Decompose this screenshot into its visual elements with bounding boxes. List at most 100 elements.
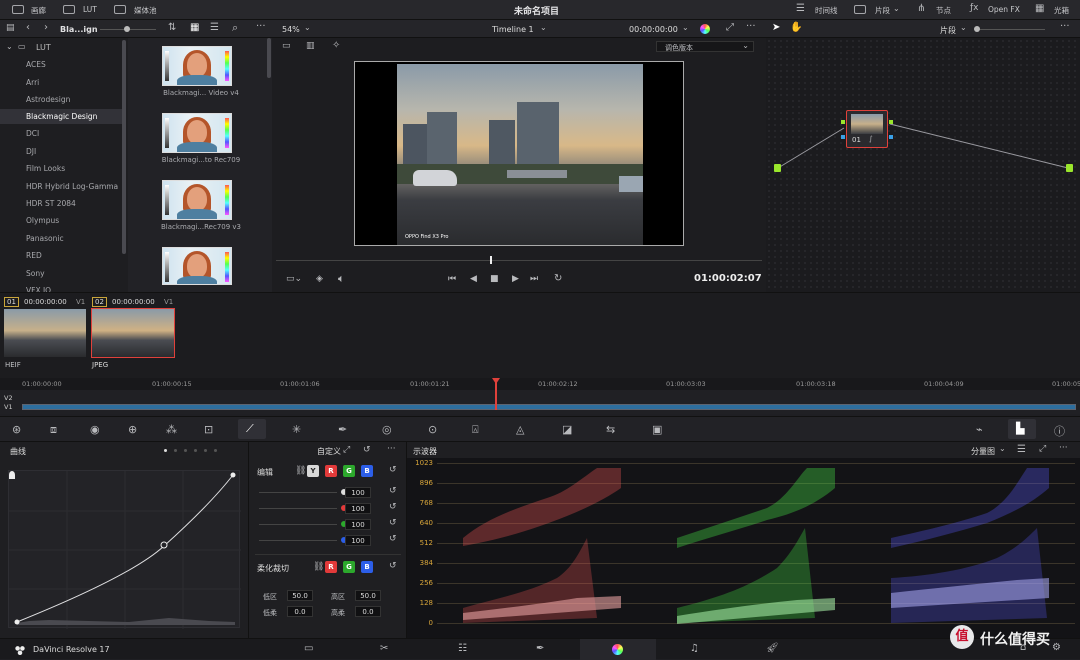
channel-g-button[interactable]: G (343, 465, 355, 477)
lut-item[interactable]: HDR ST 2084 (26, 199, 76, 208)
softclip-r-button[interactable]: R (325, 561, 337, 573)
intensity-value-b[interactable]: 100 (345, 535, 371, 546)
node-zoom-slider[interactable] (975, 29, 1045, 30)
clip-thumbnail[interactable] (4, 309, 86, 357)
more-icon[interactable]: ··· (1059, 443, 1068, 453)
curve-handle-icon[interactable] (9, 471, 15, 479)
low-value[interactable]: 50.0 (287, 590, 313, 601)
info-icon[interactable]: ⓘ (1054, 423, 1065, 439)
camera-raw-icon[interactable]: ⊛ (12, 423, 21, 436)
fullscreen-icon[interactable]: ⤢ (726, 22, 734, 33)
node-input-port[interactable] (841, 120, 845, 124)
scope-settings-icon[interactable]: ☰ (1017, 444, 1026, 455)
lightbox-button[interactable]: 光箱 (1054, 5, 1069, 16)
blur-icon[interactable]: ◬ (516, 423, 524, 436)
chevron-down-icon[interactable]: ⌄ (540, 23, 547, 32)
channel-y-button[interactable]: Y (307, 465, 319, 477)
key-icon[interactable]: ◪ (562, 423, 572, 436)
color-wheels-icon[interactable]: ◉ (90, 423, 100, 436)
curve-editor[interactable] (8, 470, 241, 629)
lut-thumbnail[interactable] (162, 180, 232, 220)
fairlight-page-icon[interactable]: ♫ (690, 643, 699, 654)
pointer-icon[interactable]: ➤ (772, 22, 780, 33)
timeline-playhead-handle[interactable] (492, 378, 500, 384)
mini-timeline[interactable]: 01:00:00:00 01:00:00:15 01:00:01:06 01:0… (0, 378, 1080, 414)
reset-icon[interactable]: ↺ (363, 445, 371, 455)
stop-icon[interactable]: ■ (490, 274, 499, 284)
magic-mask-icon[interactable]: ⍓ (472, 423, 479, 437)
lut-item[interactable]: Arri (26, 78, 39, 87)
lut-item[interactable]: Panasonic (26, 234, 64, 243)
split-view-icon[interactable]: ▥ (306, 41, 315, 51)
intensity-slider-y[interactable] (259, 489, 347, 495)
lut-thumbnail[interactable] (162, 113, 232, 153)
lut-icon[interactable] (63, 5, 75, 14)
scrubber-track[interactable] (276, 260, 762, 261)
reverse-play-icon[interactable]: ◀ (470, 274, 477, 284)
timeline-selector[interactable]: Timeline 1 (492, 25, 534, 34)
sidebar-toggle-icon[interactable]: ▤ (6, 23, 15, 33)
3d-icon[interactable]: ▣ (652, 423, 662, 436)
intensity-value-r[interactable]: 100 (345, 503, 371, 514)
list-view-icon[interactable]: ☰ (210, 22, 219, 33)
curve-mode-dropdown[interactable]: 自定义 (317, 446, 341, 457)
node-editor[interactable]: 01 ∫ (766, 38, 1080, 292)
softclip-g-button[interactable]: G (343, 561, 355, 573)
high-soft-value[interactable]: 0.0 (355, 606, 381, 617)
more-icon[interactable]: ··· (256, 21, 266, 32)
lut-item[interactable]: ACES (26, 60, 46, 69)
lut-item[interactable]: Sony (26, 269, 45, 278)
sizing-icon[interactable]: ⇆ (606, 423, 615, 436)
node-zoom-knob[interactable] (974, 26, 980, 32)
page-dot[interactable] (194, 449, 197, 452)
play-icon[interactable]: ▶ (512, 274, 519, 284)
nodes-button[interactable]: 节点 (936, 5, 951, 16)
grid-view-icon[interactable]: ▦ (190, 22, 199, 33)
intensity-slider-r[interactable] (259, 505, 347, 511)
hand-icon[interactable]: ✋ (790, 22, 802, 33)
motion-effects-icon[interactable]: ⊡ (204, 423, 213, 436)
media-page-icon[interactable]: ▭ (304, 643, 313, 654)
hdr-wheels-icon[interactable]: ⊕ (128, 423, 137, 436)
chevron-down-icon[interactable]: ⌄ (304, 23, 311, 32)
intensity-value-g[interactable]: 100 (345, 519, 371, 530)
lut-item[interactable]: HDR Hybrid Log-Gamma (26, 182, 118, 191)
curves-icon[interactable]: ⟋ (246, 422, 254, 436)
chevron-down-icon[interactable]: ⌄ (893, 4, 900, 13)
channel-b-button[interactable]: B (361, 465, 373, 477)
link-icon[interactable]: ⛓ (295, 466, 306, 476)
timeline-icon[interactable]: ☰ (796, 3, 805, 14)
color-wheel-icon[interactable] (700, 24, 710, 34)
node-key-output-port[interactable] (889, 135, 893, 139)
reset-icon[interactable]: ↺ (389, 534, 397, 544)
chevron-down-icon[interactable]: ⌄ (960, 23, 967, 32)
single-view-icon[interactable]: ▭ (282, 41, 291, 51)
media-pool-icon[interactable] (114, 5, 126, 14)
node-output-port[interactable] (889, 120, 893, 124)
chevron-down-icon[interactable]: ⌄ (999, 444, 1006, 453)
reset-icon[interactable]: ↺ (389, 465, 397, 475)
viewer-frame[interactable]: OPPO Find X3 Pro (354, 61, 684, 246)
scope-icon[interactable]: ▙ (1016, 422, 1024, 435)
reset-icon[interactable]: ↺ (389, 561, 397, 571)
color-warper-icon[interactable]: ✳ (292, 423, 301, 436)
lut-item[interactable]: Olympus (26, 216, 59, 225)
node-mode-selector[interactable]: 片段 (940, 25, 956, 36)
timeline-button[interactable]: 时间线 (815, 5, 838, 16)
intensity-value-y[interactable]: 100 (345, 487, 371, 498)
link-icon[interactable]: ⛓ (313, 562, 324, 572)
lut-button[interactable]: LUT (83, 5, 97, 14)
lightbox-icon[interactable]: ▦ (1035, 3, 1044, 14)
lut-item[interactable]: Film Looks (26, 164, 65, 173)
nodes-icon[interactable]: ⋔ (917, 3, 925, 14)
lut-item-selected[interactable]: Blackmagic Design (26, 112, 97, 121)
openfx-button[interactable]: Open FX (988, 5, 1020, 14)
page-dot[interactable] (174, 449, 177, 452)
volume-icon[interactable]: 🔈︎ (338, 272, 345, 286)
wand-icon[interactable]: ✧ (332, 40, 340, 51)
thumbnail-scrollbar[interactable] (267, 38, 271, 78)
color-match-icon[interactable]: ⧈ (50, 423, 57, 437)
rgb-mixer-icon[interactable]: ⁂ (166, 423, 177, 436)
chevron-down-icon[interactable]: ⌄ (6, 42, 13, 51)
media-pool-button[interactable]: 媒体池 (134, 5, 157, 16)
